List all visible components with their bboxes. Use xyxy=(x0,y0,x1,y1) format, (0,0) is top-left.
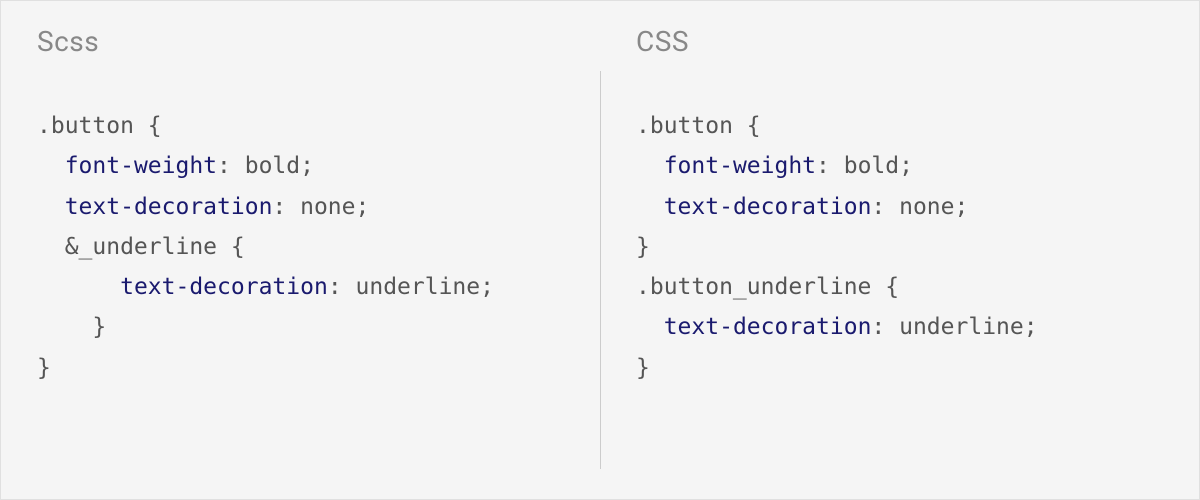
css-pane: CSS .button { font-weight: bold; text-de… xyxy=(600,1,1199,499)
pane-divider xyxy=(600,71,601,469)
scss-pane: Scss .button { font-weight: bold; text-d… xyxy=(1,1,600,499)
scss-title: Scss xyxy=(37,25,564,58)
css-code-block: .button { font-weight: bold; text-decora… xyxy=(636,106,1163,388)
scss-code-block: .button { font-weight: bold; text-decora… xyxy=(37,106,564,388)
css-title: CSS xyxy=(636,25,1163,58)
